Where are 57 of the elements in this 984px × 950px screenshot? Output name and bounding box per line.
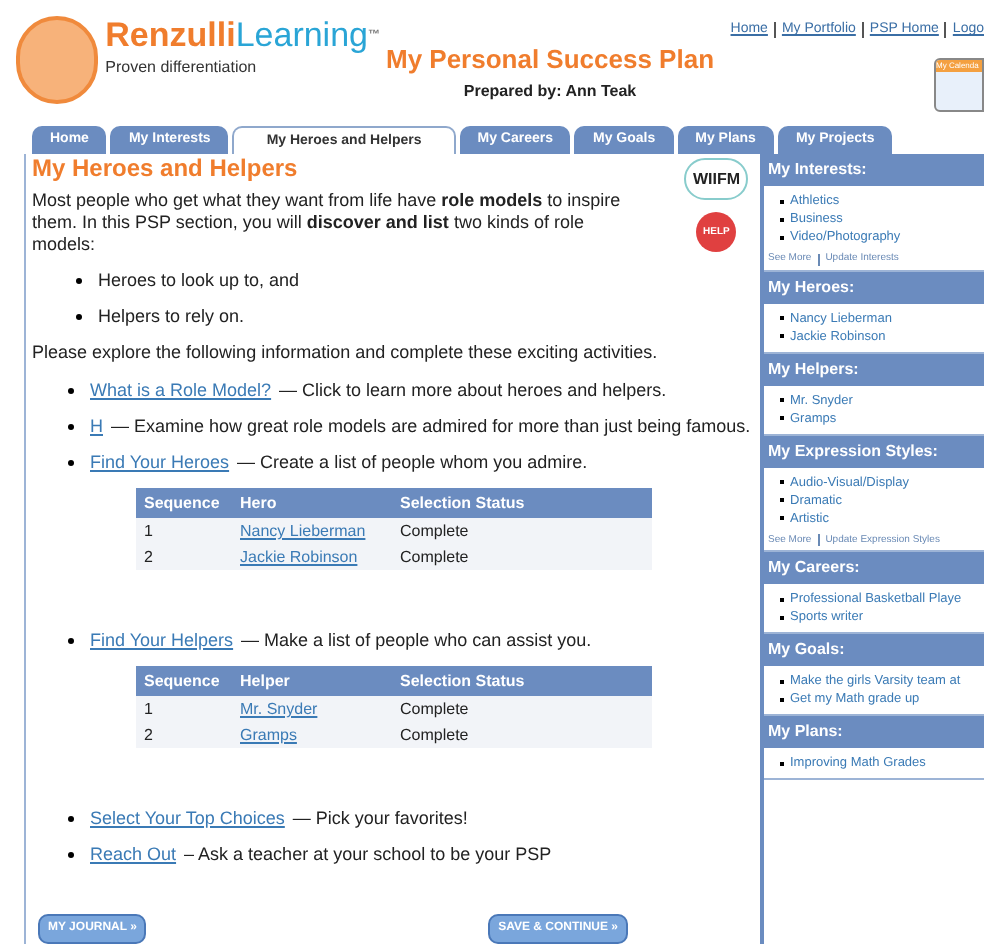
activity-description: — Create a list of people whom you admire. [237, 452, 588, 474]
list-text: Helpers to rely on. [98, 306, 245, 328]
panel-header: My Heroes: [764, 271, 984, 303]
column-header: Selection Status [392, 488, 652, 518]
table-link[interactable]: Jackie Robinson [240, 548, 358, 566]
instruction-text: Please explore the following information and complete these exciting activities. [32, 342, 660, 364]
table-link[interactable]: Nancy Lieberman [240, 522, 366, 540]
activity-link[interactable]: Reach Out [90, 844, 177, 866]
table-cell: Complete [392, 544, 652, 570]
column-header: Hero [232, 488, 392, 518]
table-cell: 1 [136, 518, 232, 544]
bullet-icon [68, 424, 74, 430]
table-cell: 2 [136, 544, 232, 570]
activity-link[interactable]: What is a Role Model? [90, 380, 272, 402]
activity-link[interactable]: Select Your Top Choices [90, 808, 285, 830]
tagline: Proven differentiation [105, 56, 259, 80]
activity-description: — Click to learn more about heroes and helpers. [279, 380, 667, 402]
panel-header: My Goals: [764, 634, 984, 666]
activity-link[interactable]: Find Your Heroes [90, 452, 230, 474]
table-link[interactable]: Mr. Snyder [240, 700, 318, 718]
activity-link[interactable]: H [90, 416, 103, 438]
mascot-logo-icon [16, 16, 98, 104]
prepared-by: Prepared by: Ann Teak [463, 79, 637, 103]
bullet-icon [76, 278, 82, 284]
column-header: Sequence [136, 666, 232, 696]
wiifm-icon[interactable]: WIIFM [684, 158, 748, 200]
column-header: Sequence [136, 488, 232, 518]
panel-header: My Interests: [764, 154, 984, 186]
bullet-icon [68, 388, 74, 394]
panel-header: My Careers: [764, 552, 984, 584]
panel-header: My Helpers: [764, 353, 984, 385]
activity-description: — Make a list of people who can assist you. [241, 630, 592, 652]
table-cell: 2 [136, 722, 232, 748]
logo-text: Renzulli [105, 16, 236, 56]
activity-link[interactable]: Find Your Helpers [90, 630, 234, 652]
bullet-icon [68, 638, 74, 644]
column-header: Selection Status [392, 666, 652, 696]
section-heading: My Heroes and Helpers [32, 158, 298, 180]
list-text: Heroes to look up to, and [98, 270, 300, 292]
table-link[interactable]: Gramps [240, 726, 297, 744]
page-title: My Personal Success Plan [385, 42, 715, 78]
intro-text: Most people who get what they want from life have role models to inspire them. In this PSP section, you will discover and list two kinds of role models: [32, 190, 623, 256]
activity-description: — Examine how great role models are admired for more than just being famous. [111, 416, 751, 438]
panel-header: My Plans: [764, 716, 984, 748]
activity-description: — Pick your favorites! [292, 808, 468, 830]
bullet-icon [76, 314, 82, 320]
bullet-icon [68, 852, 74, 858]
table-cell: Complete [392, 696, 652, 722]
logo-text: Learning [235, 16, 368, 56]
bullet-icon [68, 816, 74, 822]
table-cell: Complete [392, 518, 652, 544]
column-header: Helper [232, 666, 392, 696]
table-cell: 1 [136, 696, 232, 722]
bullet-icon [68, 460, 74, 466]
activity-description: – Ask a teacher at your school to be your PSP [184, 844, 552, 866]
table-cell: Complete [392, 722, 652, 748]
panel-header: My Expression Styles: [764, 435, 984, 467]
